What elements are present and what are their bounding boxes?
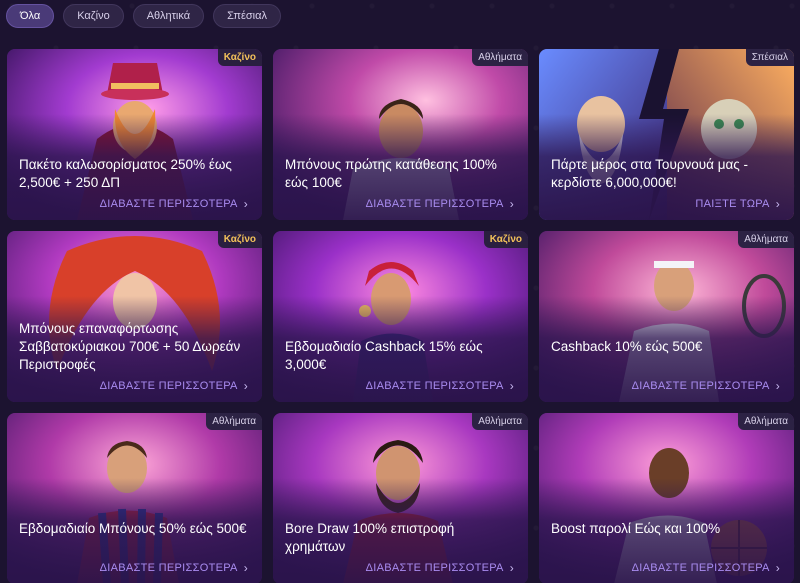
- promotions-grid: Καζίνο Πακέτο καλωσορίσματος 250% έως 2,…: [7, 49, 794, 583]
- promo-title: Boost παρολί Εώς και 100%: [551, 521, 721, 536]
- category-badge: Σπέσιαλ: [745, 49, 794, 66]
- cta-label: ΔΙΑΒΑΣΤΕ ΠΕΡΙΣΣΟΤΕΡΑ: [99, 198, 238, 210]
- read-more-link[interactable]: ΔΙΑΒΑΣΤΕ ΠΕΡΙΣΣΟΤΕΡΑ ›: [632, 561, 780, 575]
- chevron-right-icon: ›: [775, 561, 780, 575]
- read-more-link[interactable]: ΔΙΑΒΑΣΤΕ ΠΕΡΙΣΣΟΤΕΡΑ ›: [100, 561, 248, 575]
- promo-title: Cashback 10% εώς 500€: [551, 339, 703, 354]
- category-badge: Αθλήματα: [738, 231, 794, 248]
- filter-chip-all[interactable]: Όλα: [6, 4, 55, 28]
- chevron-right-icon: ›: [509, 379, 514, 393]
- promo-card-bore-draw[interactable]: Αθλήματα Bore Draw 100% επιστροφή χρημάτ…: [273, 413, 528, 583]
- promo-title: Μπόνους πρώτης κατάθεσης 100% εώς 100€: [285, 157, 497, 190]
- filter-chip-special[interactable]: Σπέσιαλ: [213, 4, 281, 28]
- chevron-right-icon: ›: [775, 379, 780, 393]
- category-badge: Καζίνο: [483, 231, 528, 248]
- read-more-link[interactable]: ΔΙΑΒΑΣΤΕ ΠΕΡΙΣΣΟΤΕΡΑ ›: [366, 379, 514, 393]
- category-badge: Καζίνο: [217, 231, 262, 248]
- filter-bar: Όλα Καζίνο Αθλητικά Σπέσιαλ: [6, 4, 281, 28]
- chevron-right-icon: ›: [509, 197, 514, 211]
- read-more-link[interactable]: ΔΙΑΒΑΣΤΕ ΠΕΡΙΣΣΟΤΕΡΑ ›: [366, 197, 514, 211]
- promo-card-boost-parlay[interactable]: Αθλήματα Boost παρολί Εώς και 100% ΔΙΑΒΑ…: [539, 413, 794, 583]
- category-badge: Αθλήματα: [206, 413, 262, 430]
- cta-label: ΔΙΑΒΑΣΤΕ ΠΕΡΙΣΣΟΤΕΡΑ: [99, 380, 238, 392]
- cta-label: ΔΙΑΒΑΣΤΕ ΠΕΡΙΣΣΟΤΕΡΑ: [631, 380, 770, 392]
- filter-chip-sports[interactable]: Αθλητικά: [132, 4, 205, 28]
- category-badge: Αθλήματα: [472, 413, 528, 430]
- promo-title: Εβδομαδιαίο Cashback 15% εώς 3,000€: [285, 339, 483, 372]
- chevron-right-icon: ›: [775, 197, 780, 211]
- promo-card-weekly-cashback-casino[interactable]: Καζίνο Εβδομαδιαίο Cashback 15% εώς 3,00…: [273, 231, 528, 402]
- chevron-right-icon: ›: [243, 379, 248, 393]
- promo-card-welcome-package[interactable]: Καζίνο Πακέτο καλωσορίσματος 250% έως 2,…: [7, 49, 262, 220]
- category-badge: Αθλήματα: [738, 413, 794, 430]
- promo-card-first-deposit[interactable]: Αθλήματα Μπόνους πρώτης κατάθεσης 100% ε…: [273, 49, 528, 220]
- filter-chip-casino[interactable]: Καζίνο: [63, 4, 124, 28]
- cta-label: ΔΙΑΒΑΣΤΕ ΠΕΡΙΣΣΟΤΕΡΑ: [365, 562, 504, 574]
- chevron-right-icon: ›: [243, 561, 248, 575]
- promo-card-weekend-reload[interactable]: Καζίνο Μπόνους επαναφόρτωσης Σαββατοκύρι…: [7, 231, 262, 402]
- promo-title: Πακέτο καλωσορίσματος 250% έως 2,500€ + …: [19, 157, 232, 190]
- promo-title: Εβδομαδιαίο Μπόνους 50% εώς 500€: [19, 521, 247, 536]
- promo-title: Πάρτε μέρος στα Τουρνουά μας - κερδίστε …: [551, 157, 749, 190]
- cta-label: ΠΑΙΞΤΕ ΤΩΡΑ: [695, 198, 770, 210]
- category-badge: Καζίνο: [217, 49, 262, 66]
- cta-label: ΔΙΑΒΑΣΤΕ ΠΕΡΙΣΣΟΤΕΡΑ: [365, 380, 504, 392]
- cta-label: ΔΙΑΒΑΣΤΕ ΠΕΡΙΣΣΟΤΕΡΑ: [631, 562, 770, 574]
- promo-card-weekly-bonus[interactable]: Αθλήματα Εβδομαδιαίο Μπόνους 50% εώς 500…: [7, 413, 262, 583]
- cta-label: ΔΙΑΒΑΣΤΕ ΠΕΡΙΣΣΟΤΕΡΑ: [365, 198, 504, 210]
- promo-title: Bore Draw 100% επιστροφή χρημάτων: [285, 521, 455, 554]
- read-more-link[interactable]: ΔΙΑΒΑΣΤΕ ΠΕΡΙΣΣΟΤΕΡΑ ›: [632, 379, 780, 393]
- chevron-right-icon: ›: [243, 197, 248, 211]
- read-more-link[interactable]: ΔΙΑΒΑΣΤΕ ΠΕΡΙΣΣΟΤΕΡΑ ›: [366, 561, 514, 575]
- read-more-link[interactable]: ΔΙΑΒΑΣΤΕ ΠΕΡΙΣΣΟΤΕΡΑ ›: [100, 379, 248, 393]
- promo-card-cashback-sports[interactable]: Αθλήματα Cashback 10% εώς 500€ ΔΙΑΒΑΣΤΕ …: [539, 231, 794, 402]
- promo-card-tournaments[interactable]: Σπέσιαλ Πάρτε μέρος στα Τουρνουά μας - κ…: [539, 49, 794, 220]
- promo-title: Μπόνους επαναφόρτωσης Σαββατοκύριακου 70…: [19, 321, 241, 372]
- cta-label: ΔΙΑΒΑΣΤΕ ΠΕΡΙΣΣΟΤΕΡΑ: [99, 562, 238, 574]
- read-more-link[interactable]: ΔΙΑΒΑΣΤΕ ΠΕΡΙΣΣΟΤΕΡΑ ›: [100, 197, 248, 211]
- category-badge: Αθλήματα: [472, 49, 528, 66]
- play-now-link[interactable]: ΠΑΙΞΤΕ ΤΩΡΑ ›: [695, 197, 780, 211]
- chevron-right-icon: ›: [509, 561, 514, 575]
